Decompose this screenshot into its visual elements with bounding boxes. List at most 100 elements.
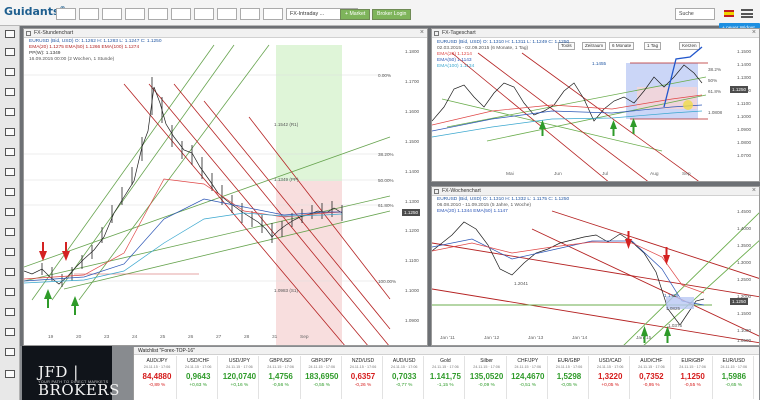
screen-icon[interactable] [5,328,15,336]
screen-icon[interactable] [5,168,15,176]
watchlist-item-time: 24.11.15 · 17:06 [226,365,253,369]
price-tick: 1.1300 [737,75,752,80]
price-tick: 1.1100 [737,101,751,106]
daily-candlestick-chart[interactable] [432,29,760,182]
watchlist-item[interactable]: AUD/JPY 24.11.15 · 17:06 84,4880 -0,89 % [138,356,177,399]
market-button[interactable]: + Market [340,9,371,20]
price-tick: 1.0900 [737,127,752,132]
layout-icon[interactable] [5,68,15,76]
x-tick: 20 [76,335,82,340]
screen-icon[interactable] [5,188,15,196]
watchlist-item-change: -0,77 % [395,383,413,388]
watchlist-item-change: -0,09 % [478,383,495,388]
watchlist-item[interactable]: CHF/JPY 24.11.15 · 17:06 124,4670 -0,51 % [509,356,548,399]
avatar[interactable] [5,30,15,38]
watchlist-item-time: 24.11.15 · 17:06 [432,365,459,369]
screen-icon[interactable] [5,248,15,256]
watchlist-item-time: 24.11.15 · 17:06 [184,365,212,369]
hourly-candlestick-chart[interactable] [24,29,428,346]
watchlist-item[interactable]: NZD/USD 24.11.15 · 17:06 0,6357 -0,26 % [344,356,383,399]
watchlist-item-value: 0,7033 [391,372,417,381]
workspace-tab-1[interactable] [56,8,76,20]
watchlist-item[interactable]: AUD/CHF 24.11.15 · 17:06 0,7352 -0,95 % [632,356,672,399]
workspace-tab-8[interactable] [217,8,237,20]
watchlist-item[interactable]: Gold 24.11.15 · 17:06 1.141,75 -1,15 % [426,356,466,399]
level-38: 38.20% [378,152,394,157]
workspace-tab-9[interactable] [240,8,260,20]
price-tick: 1.0500 [737,338,752,343]
workspace-tab-6[interactable] [171,8,191,20]
german-flag-icon[interactable] [724,10,734,17]
price-tick: 1.1400 [405,169,420,174]
watchlist-item[interactable]: EUR/USD 24.11.15 · 17:06 1,5986 -0,65 % [715,356,754,399]
screen-icon[interactable] [5,228,15,236]
watchlist-item-name: USD/JPY [228,358,250,364]
x-tick: Jun [554,172,562,177]
add-icon[interactable] [5,348,15,356]
screen-icon[interactable] [5,268,15,276]
watchlist-item-name: AUD/CHF [640,358,663,364]
weekly-candlestick-chart[interactable] [432,187,760,346]
news-icon[interactable] [5,128,15,136]
screen-icon[interactable] [5,288,15,296]
watchlist-item-name: AUD/JPY [146,358,168,364]
x-tick: Jan '13 [528,336,544,341]
screen-icon[interactable] [5,208,15,216]
broker-login-button[interactable]: Broker Login [372,9,412,20]
workspace-tab-10[interactable] [263,8,283,20]
watchlist-item[interactable]: AUD/USD 24.11.15 · 17:06 0,7033 -0,77 % [385,356,425,399]
current-price-label: 1.1250 [402,209,421,216]
x-tick: Jan '14 [572,336,588,341]
price-tick: 1.1000 [405,288,420,293]
level-50: 50.00% [378,178,394,183]
workspace-tab-5[interactable] [148,8,168,20]
price-tick: 1.1500 [405,139,420,144]
workspace-tab-2[interactable] [79,8,99,20]
watchlist-item-value: 1,1250 [680,372,705,381]
watchlist-item[interactable]: Silber 24.11.15 · 17:06 135,0520 -0,09 % [468,356,507,399]
price-tick: 1.1200 [405,228,420,233]
watchlist-item-value: 1,4756 [268,372,293,381]
price-tick: 1.3000 [737,260,752,265]
watchlist-item[interactable]: EUR/GBP 24.11.15 · 17:06 1,5298 -0,05 % [550,356,589,399]
weekly-label: 1.2041 [514,281,529,286]
watchlist-item-time: 24.11.15 · 17:06 [596,365,624,369]
watchlist-item-change: -0,05 % [560,383,578,388]
r1-label: 1.1542 (R1) [274,122,299,127]
watchlist-item-change: -0,95 % [643,383,660,388]
portfolio-icon[interactable] [5,108,15,116]
chart-icon[interactable] [5,48,15,56]
watchlist-item[interactable]: USD/JPY 24.11.15 · 17:06 120,0740 +0,16 % [220,356,260,399]
level-label: 50% [708,78,718,83]
watchlist-item[interactable]: GBP/JPY 24.11.15 · 17:06 183,6950 -0,55 % [303,356,342,399]
watchlist-item[interactable]: EUR/GBP 24.11.15 · 17:06 1,1250 -0,55 % [674,356,713,399]
x-tick: 24 [132,335,138,340]
search-input[interactable]: Suche [675,8,715,20]
watchlist-item[interactable]: USD/CHF 24.11.15 · 17:06 0,9643 +0,63 % [179,356,219,399]
x-tick: 25 [160,335,166,340]
workspace-tabs: FX-Intraday ... [56,8,358,20]
watchlist-item-time: 24.11.15 · 17:06 [679,365,706,369]
watchlist-item-name: AUD/USD [392,358,416,364]
left-sidebar [0,26,20,400]
alert-icon[interactable] [5,148,15,156]
watchlist-item-time: 24.11.15 · 17:06 [390,365,418,369]
screen-icon[interactable] [5,308,15,316]
price-tick: 1.1300 [405,199,420,204]
watchlist-item-value: 0,6357 [350,372,376,381]
workspace-tab-7[interactable] [194,8,214,20]
workspace-tab-3[interactable] [102,8,122,20]
watchlist-item-name: EUR/GBP [557,358,581,364]
watchlist-item-name: USD/CHF [187,358,210,364]
price-tick: 1.1600 [405,109,420,114]
notifications-icon[interactable] [5,370,15,378]
price-tick: 1.1500 [737,311,752,316]
workspace-tab-4[interactable] [125,8,145,20]
watchlist-icon[interactable] [5,88,15,96]
level-61: 61.80% [378,203,394,208]
hamburger-menu-icon[interactable] [741,9,753,18]
watchlist-item[interactable]: USD/CAD 24.11.15 · 17:06 1,3220 +0,05 % [591,356,631,399]
price-tick: 1.2500 [737,277,752,282]
watchlist-item[interactable]: GBP/USD 24.11.15 · 17:06 1,4756 -0,56 % [262,356,301,399]
jfd-brokers-banner[interactable]: JFD | BROKERS YOUR PATH TO DIRECT MARKET… [22,346,119,400]
